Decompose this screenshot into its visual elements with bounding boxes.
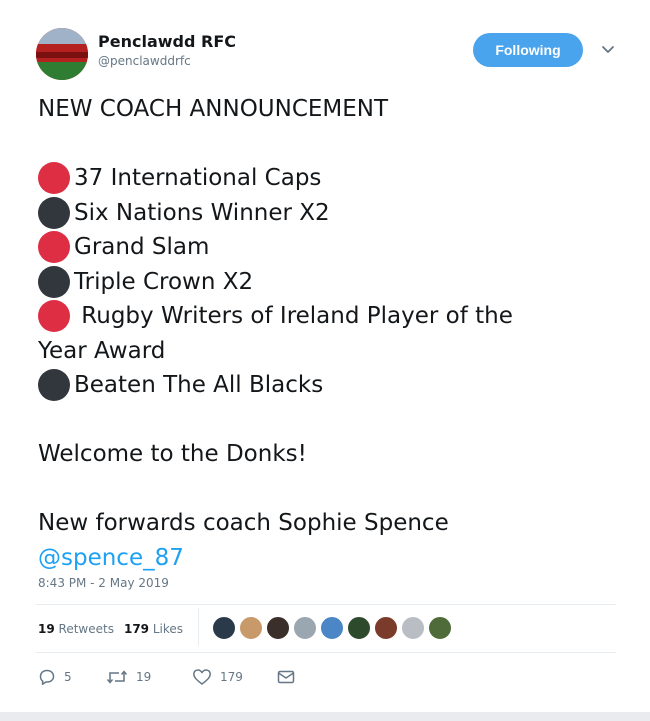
like-count: 179 (220, 670, 243, 684)
page-background (0, 712, 650, 721)
tweet-text: NEW COACH ANNOUNCEMENT 37 International … (38, 92, 598, 575)
achievement-item: Triple Crown X2 (38, 265, 598, 300)
closing-line: New forwards coach Sophie Spence (38, 510, 449, 536)
liker-avatar[interactable] (212, 616, 236, 640)
stats-separator (198, 608, 199, 646)
achievement-text: Triple Crown X2 (74, 268, 254, 295)
direct-message-button[interactable] (276, 668, 296, 686)
chevron-down-icon[interactable] (598, 42, 618, 58)
reply-count: 5 (64, 670, 72, 684)
achievement-list: 37 International Caps Six Nations Winner … (38, 161, 598, 403)
heart-icon (193, 669, 211, 685)
achievement-item: Grand Slam (38, 230, 598, 265)
reply-button[interactable]: 5 (38, 668, 106, 686)
achievement-item: Rugby Writers of Ireland Player of the (38, 299, 598, 334)
red-circle-icon (38, 300, 70, 333)
liker-avatar[interactable] (428, 616, 452, 640)
likes-stat[interactable]: 179 Likes (124, 622, 183, 636)
achievement-item: Six Nations Winner X2 (38, 196, 598, 231)
liker-avatar[interactable] (293, 616, 317, 640)
red-circle-icon (38, 162, 70, 195)
account-handle[interactable]: @penclawddrfc (98, 54, 191, 68)
timestamp[interactable]: 8:43 PM - 2 May 2019 (38, 576, 169, 590)
liker-avatar[interactable] (401, 616, 425, 640)
achievement-item: Year Award (38, 334, 598, 369)
achievement-text: Beaten The All Blacks (74, 372, 324, 398)
liker-avatar[interactable] (374, 616, 398, 640)
following-button[interactable]: Following (473, 33, 583, 67)
like-button[interactable]: 179 (192, 668, 276, 686)
tweet-card: Penclawdd RFC @penclawddrfc Following NE… (0, 0, 650, 714)
achievement-text: Grand Slam (74, 234, 210, 260)
achievement-item: Beaten The All Blacks (38, 368, 598, 403)
welcome-line: Welcome to the Donks! (38, 441, 307, 467)
retweet-count: 19 (136, 670, 152, 684)
liker-avatars (212, 616, 455, 640)
divider (36, 652, 616, 653)
achievement-text: Six Nations Winner X2 (74, 199, 330, 226)
reply-icon (39, 669, 55, 685)
retweet-icon (106, 670, 128, 684)
liker-avatar[interactable] (320, 616, 344, 640)
retweet-button[interactable]: 19 (106, 668, 192, 686)
divider (36, 604, 616, 605)
avatar[interactable] (36, 28, 88, 80)
black-circle-icon (38, 369, 70, 402)
achievement-text: Year Award (38, 337, 166, 364)
tweet-title: NEW COACH ANNOUNCEMENT (38, 96, 389, 122)
liker-avatar[interactable] (239, 616, 263, 640)
liker-avatar[interactable] (266, 616, 290, 640)
achievement-text: Rugby Writers of Ireland Player of the (74, 303, 513, 329)
engagement-stats: 19 Retweets 179 Likes (38, 622, 193, 636)
red-circle-icon (38, 231, 70, 264)
achievement-item: 37 International Caps (38, 161, 598, 196)
black-circle-icon (38, 265, 70, 298)
mention-link[interactable]: @spence_87 (38, 541, 184, 576)
retweets-stat[interactable]: 19 Retweets (38, 622, 114, 636)
display-name[interactable]: Penclawdd RFC (98, 32, 236, 51)
black-circle-icon (38, 196, 70, 229)
achievement-text: 37 International Caps (74, 165, 322, 191)
action-bar: 5 19 179 (38, 668, 296, 686)
liker-avatar[interactable] (347, 616, 371, 640)
envelope-icon (277, 670, 295, 684)
